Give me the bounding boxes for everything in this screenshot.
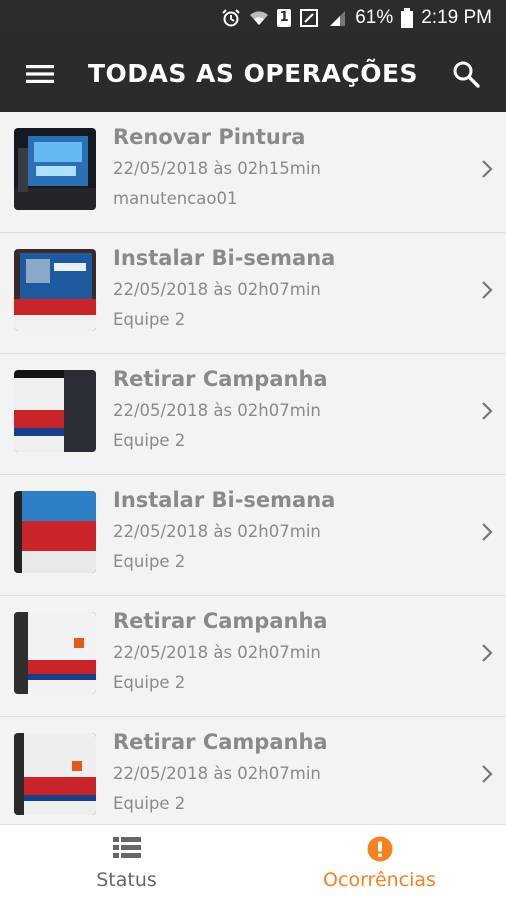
item-date: 22/05/2018 às 02h07min: [113, 401, 321, 420]
nav-status-label: Status: [96, 869, 157, 891]
signal-icon: [330, 11, 346, 26]
list-item[interactable]: Instalar Bi-semana 22/05/2018 às 02h07mi…: [0, 233, 506, 354]
item-title: Instalar Bi-semana: [113, 246, 336, 270]
nav-ocorrencias-label: Ocorrências: [323, 869, 436, 891]
battery-icon: [401, 8, 414, 28]
sim-badge: 1: [277, 9, 292, 27]
battery-percent: 61%: [355, 7, 394, 28]
search-icon: [453, 61, 480, 88]
item-date: 22/05/2018 às 02h07min: [113, 643, 321, 662]
nfc-icon: [300, 9, 319, 27]
chevron-right-icon: [482, 765, 493, 783]
item-date: 22/05/2018 às 02h07min: [113, 522, 321, 541]
item-team: Equipe 2: [113, 310, 186, 329]
status-bar: 1 61% 2:19 PM: [0, 0, 506, 36]
operations-list: Renovar Pintura 22/05/2018 às 02h15min m…: [0, 112, 506, 824]
list-item[interactable]: Retirar Campanha 22/05/2018 às 02h07min …: [0, 596, 506, 717]
bottom-navigation: Status Ocorrências: [0, 824, 506, 901]
list-item[interactable]: Renovar Pintura 22/05/2018 às 02h15min m…: [0, 112, 506, 233]
thumbnail-image: [14, 370, 96, 452]
item-team: Equipe 2: [113, 794, 186, 813]
item-team: Equipe 2: [113, 673, 186, 692]
thumbnail-image: [14, 491, 96, 573]
item-title: Retirar Campanha: [113, 609, 328, 633]
item-team: Equipe 2: [113, 552, 186, 571]
list-item[interactable]: Retirar Campanha 22/05/2018 às 02h07min …: [0, 717, 506, 824]
clock: 2:19 PM: [421, 7, 492, 28]
list-item[interactable]: Instalar Bi-semana 22/05/2018 às 02h07mi…: [0, 475, 506, 596]
app-bar: TODAS AS OPERAÇÕES: [0, 36, 506, 112]
thumbnail-image: [14, 733, 96, 815]
item-title: Retirar Campanha: [113, 367, 328, 391]
chevron-right-icon: [482, 281, 493, 299]
thumbnail-image: [14, 612, 96, 694]
item-date: 22/05/2018 às 02h07min: [113, 280, 321, 299]
wifi-icon: [250, 11, 269, 25]
item-date: 22/05/2018 às 02h07min: [113, 764, 321, 783]
search-button[interactable]: [444, 56, 488, 92]
alarm-icon: [222, 9, 240, 27]
page-title: TODAS AS OPERAÇÕES: [87, 59, 419, 88]
item-team: manutencao01: [113, 189, 238, 208]
chevron-right-icon: [482, 644, 493, 662]
item-title: Instalar Bi-semana: [113, 488, 336, 512]
item-team: Equipe 2: [113, 431, 186, 450]
list-item[interactable]: Retirar Campanha 22/05/2018 às 02h07min …: [0, 354, 506, 475]
nav-status[interactable]: Status: [0, 825, 253, 901]
thumbnail-image: [14, 128, 96, 210]
list-icon: [112, 837, 141, 858]
item-date: 22/05/2018 às 02h15min: [113, 159, 321, 178]
chevron-right-icon: [482, 523, 493, 541]
nav-ocorrencias[interactable]: Ocorrências: [253, 825, 506, 901]
chevron-right-icon: [482, 402, 493, 420]
item-title: Renovar Pintura: [113, 125, 306, 149]
item-title: Retirar Campanha: [113, 730, 328, 754]
alert-icon: [367, 836, 392, 862]
chevron-right-icon: [482, 160, 493, 178]
thumbnail-image: [14, 249, 96, 331]
